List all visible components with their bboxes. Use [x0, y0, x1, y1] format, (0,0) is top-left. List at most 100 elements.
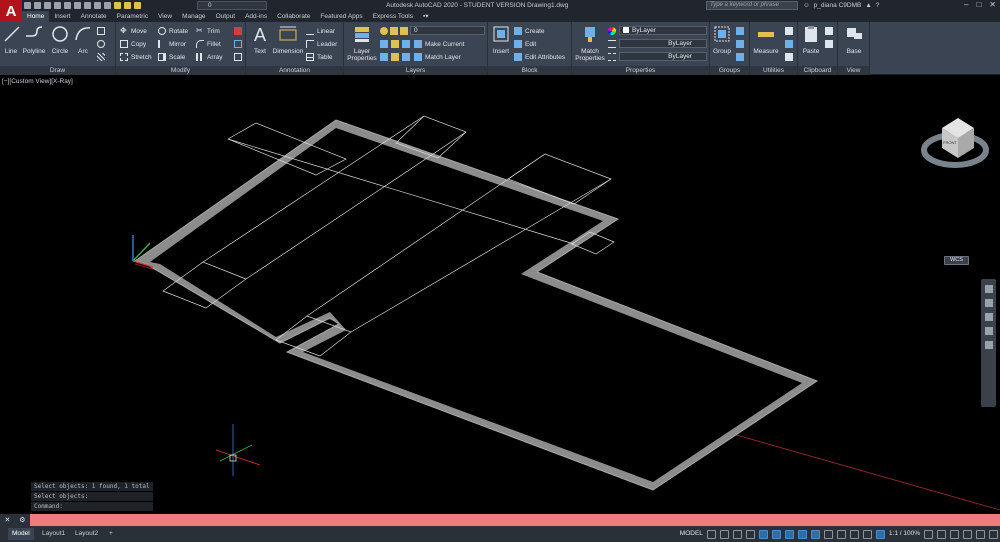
draw-panel-label[interactable]: Draw — [0, 66, 115, 75]
group-select-icon[interactable] — [736, 53, 744, 61]
view-panel-label[interactable]: View — [838, 66, 869, 75]
groups-panel-label[interactable]: Groups — [710, 66, 749, 75]
open-icon[interactable] — [34, 2, 41, 9]
layers-panel-label[interactable]: Layers — [344, 66, 487, 75]
ungroup-icon[interactable] — [736, 27, 744, 35]
block-panel-label[interactable]: Block — [488, 66, 571, 75]
clipboard-panel-label[interactable]: Clipboard — [798, 66, 837, 75]
erase-icon[interactable] — [234, 27, 242, 35]
array-button[interactable]: Array — [196, 52, 223, 62]
tab-view[interactable]: View — [153, 11, 177, 22]
snap-icon[interactable] — [719, 529, 729, 539]
tab-annotate[interactable]: Annotate — [76, 11, 112, 22]
polar-icon[interactable] — [771, 529, 781, 539]
selection-cycling-icon[interactable] — [849, 529, 859, 539]
3d-osnap-icon[interactable] — [862, 529, 872, 539]
tab-featured-apps[interactable]: Featured Apps — [315, 11, 367, 22]
color-dropdown[interactable]: ByLayer — [619, 26, 707, 35]
tab-insert[interactable]: Insert — [49, 11, 75, 22]
drawing-canvas[interactable]: FRONT — [0, 78, 1000, 514]
undo-icon[interactable] — [84, 2, 91, 9]
tab-add-ins[interactable]: Add-ins — [240, 11, 272, 22]
match-layer-button[interactable]: Match Layer — [414, 52, 461, 62]
layer-dropdown[interactable]: 0 — [410, 26, 485, 35]
model-space-indicator[interactable]: MODEL — [680, 526, 703, 542]
id-point-icon[interactable] — [785, 53, 793, 61]
lineweight-toggle-icon[interactable] — [823, 529, 833, 539]
wcs-menu[interactable]: WCS — [944, 256, 969, 265]
save-icon[interactable] — [44, 2, 51, 9]
dimension-button[interactable]: Dimension — [272, 24, 304, 55]
save-as-icon[interactable] — [54, 2, 61, 9]
showmotion-icon[interactable] — [984, 341, 993, 349]
make-current-button[interactable]: Make Current — [414, 39, 464, 49]
text-button[interactable]: A Text — [249, 24, 271, 55]
leader-button[interactable]: Leader — [306, 39, 337, 49]
close-icon[interactable]: ✕ — [989, 0, 996, 10]
clean-screen-icon[interactable] — [976, 529, 985, 539]
linear-button[interactable]: Linear — [306, 26, 335, 36]
dynamic-input-icon[interactable] — [745, 529, 755, 539]
edit-attributes-button[interactable]: Edit Attributes — [514, 52, 565, 62]
cart-icon[interactable]: ▲ — [865, 0, 871, 11]
grid-icon[interactable] — [706, 529, 716, 539]
create-block-button[interactable]: Create — [514, 26, 545, 36]
move-button[interactable]: ✥ Move — [120, 26, 147, 36]
search-input[interactable]: Type a keyword or phrase — [706, 1, 798, 10]
share-icon[interactable] — [104, 2, 111, 9]
isolate-objects-icon[interactable] — [950, 529, 959, 539]
add-layout-icon[interactable]: + — [105, 528, 117, 540]
annotation-scale[interactable]: 1:1 / 100% — [889, 526, 920, 542]
fillet-button[interactable]: Fillet — [196, 39, 221, 49]
base-button[interactable]: Base — [842, 24, 866, 55]
tab-manage[interactable]: Manage — [177, 11, 211, 22]
rectangle-icon[interactable] — [97, 27, 105, 35]
layer-properties-button[interactable]: Layer Properties — [346, 24, 378, 62]
hatch-icon[interactable] — [97, 53, 105, 61]
explode-icon[interactable] — [234, 40, 242, 48]
viewcube[interactable]: FRONT — [921, 118, 989, 168]
utilities-panel-label[interactable]: Utilities — [750, 66, 797, 75]
rotate-button[interactable]: Rotate — [158, 26, 188, 36]
paste-button[interactable]: Paste — [799, 24, 823, 55]
tab-parametric[interactable]: Parametric — [112, 11, 153, 22]
mirror-button[interactable]: Mirror — [158, 39, 186, 49]
new-icon[interactable] — [24, 2, 31, 9]
layer-tool-icon[interactable] — [402, 40, 410, 48]
properties-panel-label[interactable]: Properties — [572, 66, 709, 75]
pan-icon[interactable] — [984, 299, 993, 307]
layer-tool-icon[interactable] — [380, 53, 388, 61]
ortho-icon[interactable] — [758, 529, 768, 539]
tab-output[interactable]: Output — [211, 11, 241, 22]
help-icon[interactable]: ? — [876, 0, 880, 11]
annotation-visibility-icon[interactable] — [875, 529, 885, 539]
command-input[interactable] — [30, 514, 1000, 526]
quick-select-icon[interactable] — [785, 40, 793, 48]
calculator-icon[interactable] — [785, 27, 793, 35]
tab-express-tools[interactable]: Express Tools — [368, 11, 418, 22]
redo-icon[interactable] — [94, 2, 101, 9]
username[interactable]: p_diana C9DMB — [814, 0, 862, 11]
drawing-viewport[interactable]: FRONT [−][Custom View][X-Ray] WCS Select… — [0, 78, 1000, 514]
layer-tool-icon[interactable] — [391, 53, 399, 61]
web-mobile-icon[interactable] — [64, 2, 71, 9]
object-snap-icon[interactable] — [810, 529, 820, 539]
object-snap-tracking-icon[interactable] — [797, 529, 807, 539]
polyline-button[interactable]: Polyline — [21, 24, 47, 55]
sign-in-icon[interactable]: ☺ — [803, 0, 810, 11]
ellipse-icon[interactable] — [97, 40, 105, 48]
close-command-line-icon[interactable]: ✕ — [4, 516, 10, 524]
ribbon-toggle-icon[interactable]: ▪▾ — [418, 11, 434, 22]
edit-block-button[interactable]: Edit — [514, 39, 536, 49]
infer-constraints-icon[interactable] — [732, 529, 742, 539]
match-properties-button[interactable]: Match Properties — [574, 24, 606, 62]
tab-layout2[interactable]: Layout2 — [71, 528, 102, 540]
measure-button[interactable]: Measure — [751, 24, 781, 55]
tab-home[interactable]: Home — [22, 11, 50, 22]
group-button[interactable]: Group — [711, 24, 733, 55]
customize-icon[interactable]: ⚙ — [19, 516, 25, 524]
orbit-icon[interactable] — [984, 327, 993, 335]
layer-tool-icon[interactable] — [402, 53, 410, 61]
trim-button[interactable]: ✂ Trim — [196, 26, 220, 36]
layer-tool-icon[interactable] — [391, 40, 399, 48]
